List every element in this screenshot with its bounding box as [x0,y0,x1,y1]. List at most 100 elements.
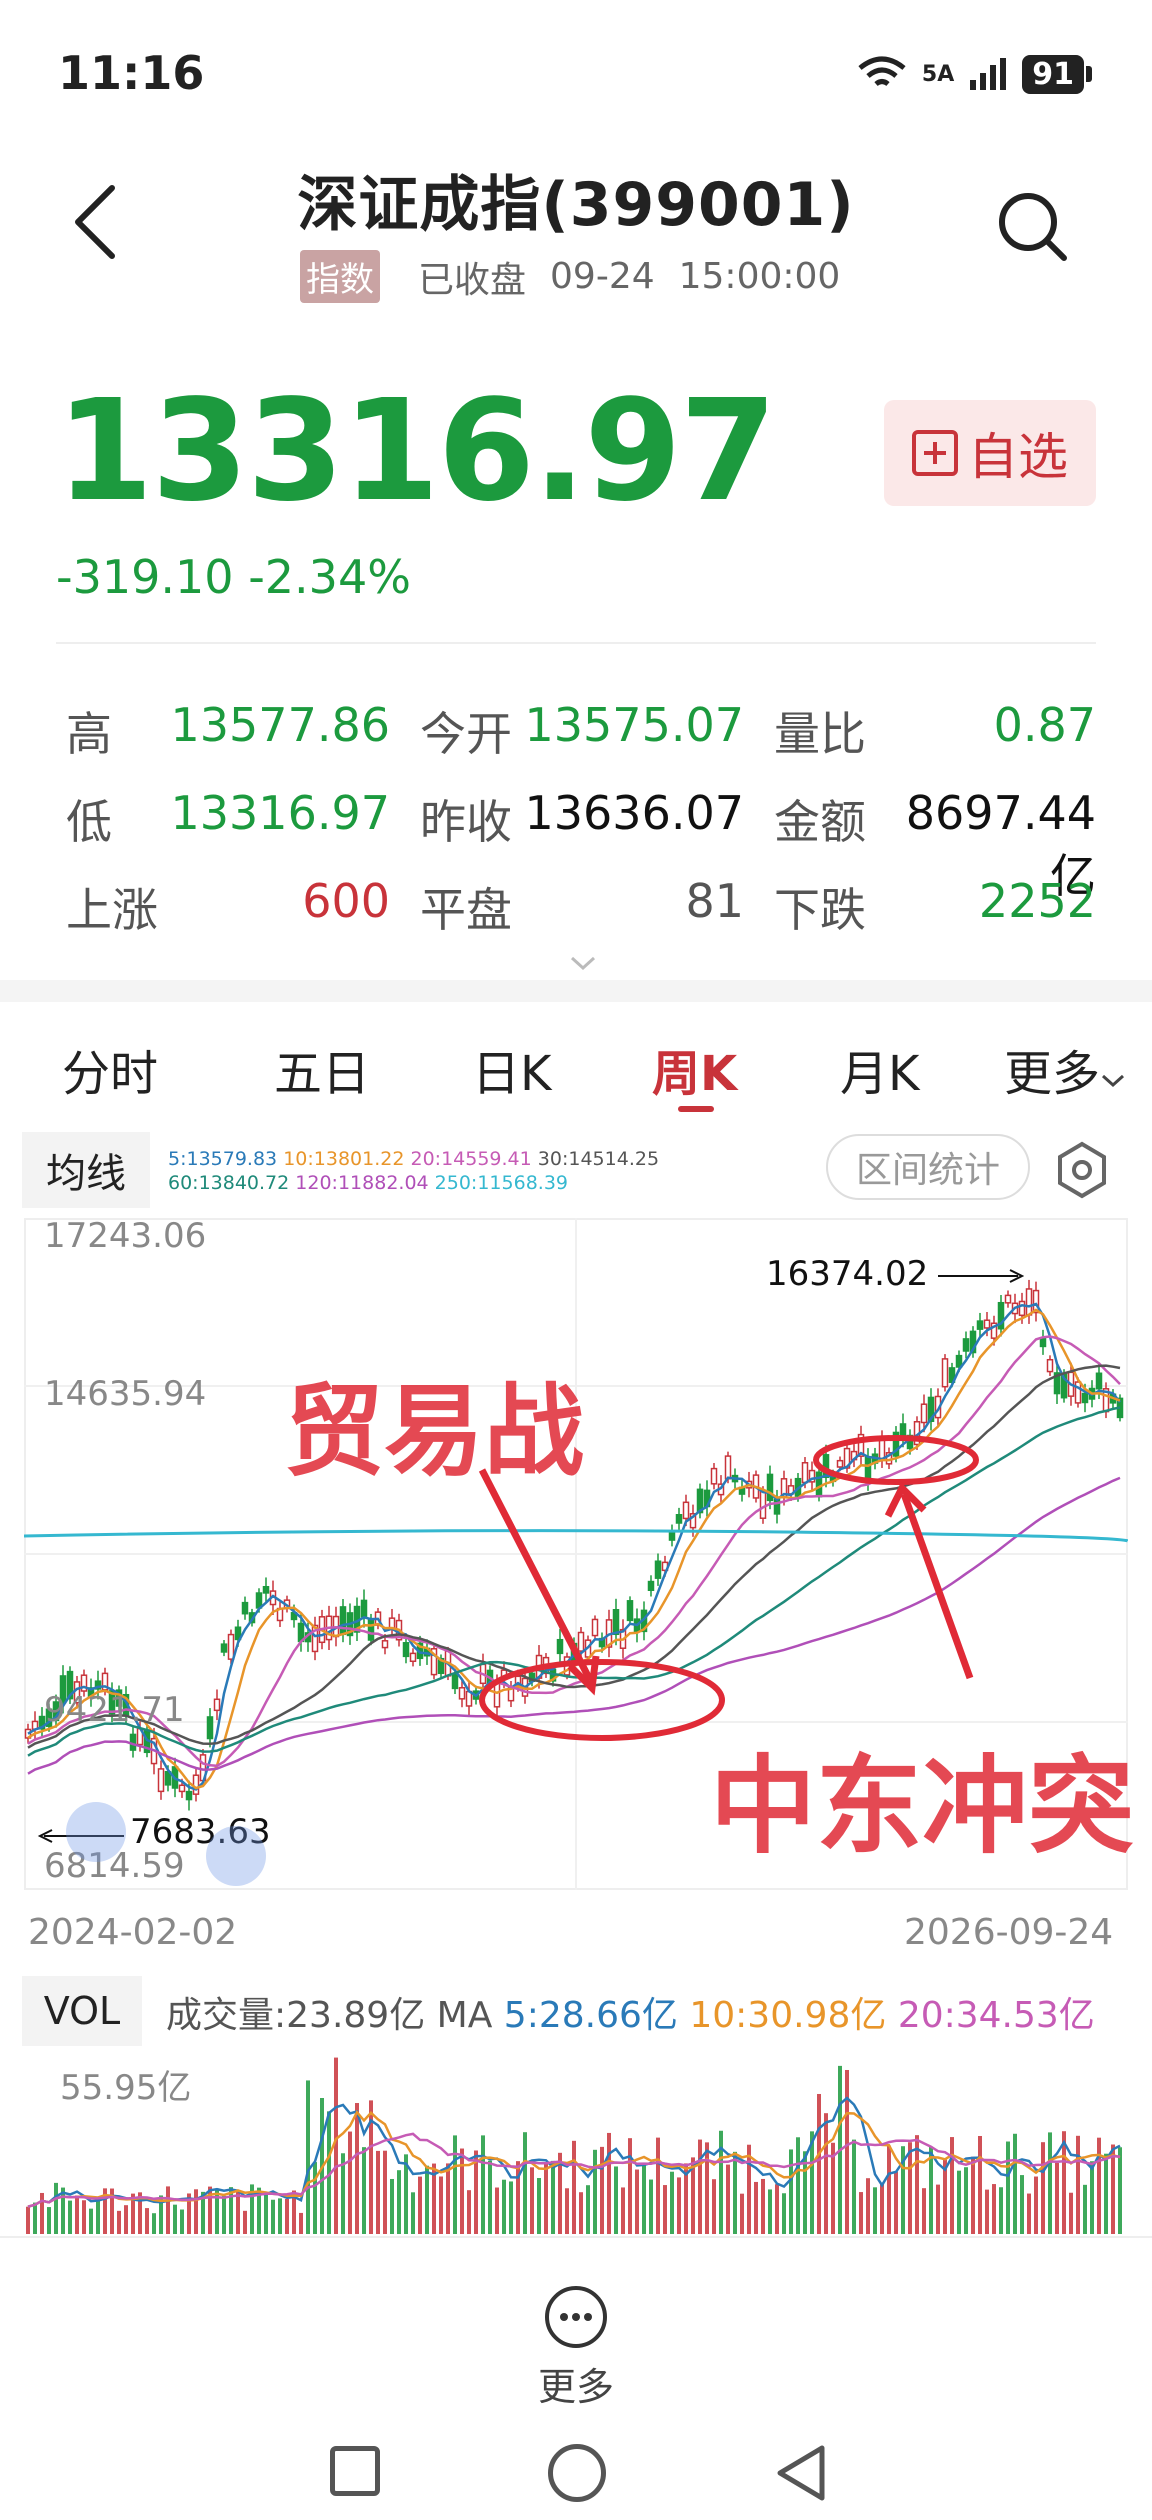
ma250-value: 250:11568.39 [434,1172,568,1194]
volume-bar [957,2170,961,2234]
vol-ma-label: MA [436,1995,493,2036]
market-status-row: 指数 已收盘 09-24 15:00:00 [300,250,840,303]
volume-bar [1006,2141,1010,2234]
tab-weekly-k[interactable]: 周K [652,1034,737,1104]
volume-bar [1020,2175,1024,2234]
volume-bar [481,2135,485,2234]
volume-bar [873,2187,877,2234]
open-value: 13575.07 [524,698,745,752]
tab-daily-k[interactable]: 日K [472,1034,551,1104]
battery-icon: 91 [1022,54,1084,94]
volume-bar [180,2209,184,2234]
vol-max-label: 55.95亿 [60,2068,192,2108]
up-count-value: 600 [302,874,390,928]
volume-bar [789,2149,793,2234]
circle-mark [479,1659,725,1741]
volume-bar [817,2093,821,2234]
more-icon[interactable] [543,2284,609,2350]
volume-bar [145,2208,149,2234]
volume-bar [705,2142,709,2234]
vol-total: 成交量:23.89亿 [166,1995,426,2036]
volume-bar [54,2182,58,2234]
volume-bar [1076,2135,1080,2234]
volume-bar [754,2181,758,2234]
tab-more[interactable]: 更多 [1004,1034,1126,1104]
volume-bar [495,2187,499,2234]
plus-icon [912,430,958,476]
watchlist-label: 自选 [968,428,1068,486]
down-count-label: 下跌 [774,883,866,937]
battery-tip [1086,66,1092,82]
range-stats-button[interactable]: 区间统计 [826,1134,1030,1200]
volume-bar [306,2080,310,2234]
volume-bar [523,2132,527,2234]
volume-bar [586,2185,590,2234]
volume-bar [26,2206,30,2234]
volume-bar [894,2171,898,2234]
prev-close-value: 13636.07 [524,786,745,840]
volume-bar [439,2176,443,2234]
tab-more-label: 更多 [1004,1046,1101,1102]
ma20-value: 20:14559.41 [410,1148,532,1170]
open-label: 今开 [420,707,512,761]
volume-bar [362,2147,366,2234]
volume-bar [33,2202,37,2234]
home-icon[interactable] [548,2444,606,2502]
volume-bar [376,2150,380,2234]
volume-bar [467,2190,471,2234]
current-price: 13316.97 [56,370,777,533]
quote-time: 15:00:00 [678,256,841,297]
quote-date: 09-24 [550,256,655,297]
more-label[interactable]: 更多 [0,2356,1152,2411]
volume-bar [1118,2147,1122,2234]
volume-bar [544,2163,548,2234]
volume-bar [425,2165,429,2234]
volume-bar [530,2167,534,2234]
change-percent: -2.34% [248,550,411,604]
volume-bar [397,2170,401,2234]
ma-selector[interactable]: 均线 [22,1132,150,1208]
vol-selector[interactable]: VOL [22,1976,142,2046]
volume-bar [1013,2133,1017,2234]
ma30-value: 30:14514.25 [537,1148,660,1170]
high-value: 13577.86 [170,698,391,752]
volume-bar [75,2195,79,2234]
volume-bar [635,2169,639,2234]
nav-back-icon[interactable] [772,2442,828,2504]
volume-bar [880,2183,884,2234]
tab-five-day[interactable]: 五日 [274,1034,370,1104]
volume-ratio-label: 量比 [774,707,866,761]
volume-bar [992,2184,996,2234]
active-tab-indicator [678,1106,714,1112]
prev-close-label: 昨收 [420,795,512,849]
volume-bar [607,2132,611,2234]
volume-bar [537,2178,541,2234]
volume-bar [775,2184,779,2234]
bottom-divider [0,2236,1152,2238]
status-time: 11:16 [58,46,205,100]
volume-bar [68,2200,72,2234]
expand-chevron-icon[interactable] [568,954,598,972]
tab-intraday[interactable]: 分时 [62,1034,158,1104]
settings-icon[interactable] [1052,1140,1112,1200]
add-watchlist-button[interactable]: 自选 [884,400,1096,506]
volume-bar [572,2140,576,2234]
volume-bar [733,2151,737,2234]
divider [56,642,1096,644]
volume-bar [649,2179,653,2234]
volume-bar [173,2204,177,2234]
volume-bar [285,2198,289,2234]
volume-bar [1097,2137,1101,2234]
tab-monthly-k[interactable]: 月K [840,1034,919,1104]
recent-apps-icon[interactable] [330,2446,380,2496]
volume-bar [670,2171,674,2234]
vol-ma5: 5:28.66亿 [503,1995,678,2036]
x-end-date: 2026-09-24 [904,1912,1114,1953]
status-icons: 5A 91 [856,54,1092,94]
ma120-value: 120:11882.04 [295,1172,429,1194]
volume-bar [551,2160,555,2234]
volume-bar [453,2135,457,2234]
search-icon[interactable] [996,190,1070,264]
arrow-line [900,1492,974,1680]
volume-bar [964,2167,968,2234]
